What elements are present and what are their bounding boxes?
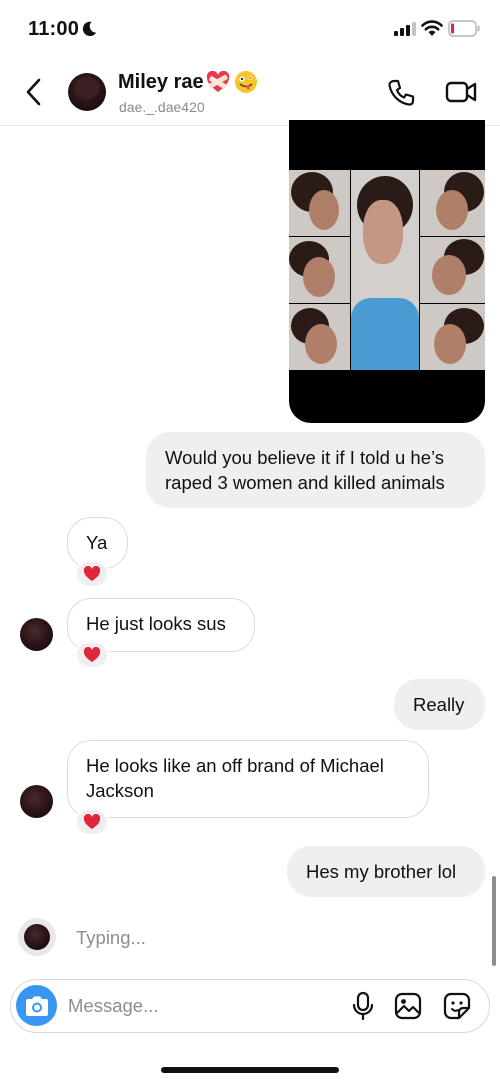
heart-reaction[interactable] bbox=[75, 641, 109, 669]
video-camera-icon[interactable] bbox=[445, 78, 477, 106]
microphone-icon[interactable] bbox=[351, 991, 375, 1021]
heart-reaction[interactable] bbox=[75, 560, 109, 588]
message-bubble-outgoing[interactable]: Would you believe it if I told u he’s ra… bbox=[146, 432, 485, 508]
photo-collage bbox=[289, 170, 485, 370]
message-text: Hes my brother lol bbox=[306, 861, 457, 882]
status-bar: 11:00 bbox=[0, 0, 500, 60]
bandaged-heart-emoji-icon bbox=[206, 71, 229, 92]
message-text: Really bbox=[413, 694, 465, 715]
photo-message[interactable] bbox=[289, 120, 485, 423]
avatar-image bbox=[24, 924, 50, 950]
message-bubble-incoming[interactable]: He looks like an off brand of Michael Ja… bbox=[67, 740, 429, 818]
gallery-icon[interactable] bbox=[394, 992, 422, 1020]
red-heart-icon bbox=[83, 566, 101, 581]
contact-name-row[interactable]: Miley rae bbox=[118, 70, 258, 94]
avatar[interactable] bbox=[20, 785, 53, 818]
message-text: Ya bbox=[86, 532, 108, 553]
message-text: He just looks sus bbox=[86, 613, 226, 634]
message-bubble-outgoing[interactable]: Really bbox=[394, 679, 485, 730]
heart-reaction[interactable] bbox=[75, 808, 109, 836]
avatar[interactable] bbox=[68, 73, 106, 111]
avatar[interactable] bbox=[20, 618, 53, 651]
contact-username: dae._.dae420 bbox=[119, 99, 205, 115]
photo-tile bbox=[420, 237, 485, 303]
contact-name: Miley rae bbox=[118, 70, 204, 93]
message-text: He looks like an off brand of Michael Ja… bbox=[86, 755, 384, 801]
scrollbar[interactable] bbox=[492, 876, 496, 966]
photo-tile bbox=[289, 304, 350, 370]
photo-tile bbox=[420, 170, 485, 236]
chat-header: Miley rae dae._.dae420 bbox=[0, 60, 500, 126]
camera-button[interactable] bbox=[16, 985, 57, 1026]
red-heart-icon bbox=[83, 814, 101, 829]
home-indicator[interactable] bbox=[161, 1067, 339, 1073]
battery-icon bbox=[448, 20, 480, 37]
red-heart-icon bbox=[83, 647, 101, 662]
message-composer bbox=[10, 979, 490, 1033]
message-bubble-outgoing[interactable]: Hes my brother lol bbox=[287, 846, 485, 897]
photo-tile bbox=[420, 304, 485, 370]
message-text: Would you believe it if I told u he’s ra… bbox=[165, 447, 445, 493]
status-time: 11:00 bbox=[28, 18, 80, 40]
photo-tile bbox=[289, 237, 350, 303]
zany-face-emoji-icon bbox=[234, 71, 257, 93]
photo-tile bbox=[351, 170, 419, 370]
typing-text: Typing... bbox=[76, 927, 146, 948]
photo-tile bbox=[289, 170, 350, 236]
signal-icon bbox=[394, 22, 416, 36]
message-input[interactable] bbox=[68, 992, 338, 1020]
wifi-icon bbox=[421, 20, 443, 36]
phone-icon[interactable] bbox=[386, 78, 416, 108]
moon-icon bbox=[82, 21, 97, 37]
sticker-icon[interactable] bbox=[443, 992, 471, 1020]
camera-icon bbox=[25, 996, 48, 1016]
back-arrow-icon[interactable] bbox=[22, 77, 46, 107]
